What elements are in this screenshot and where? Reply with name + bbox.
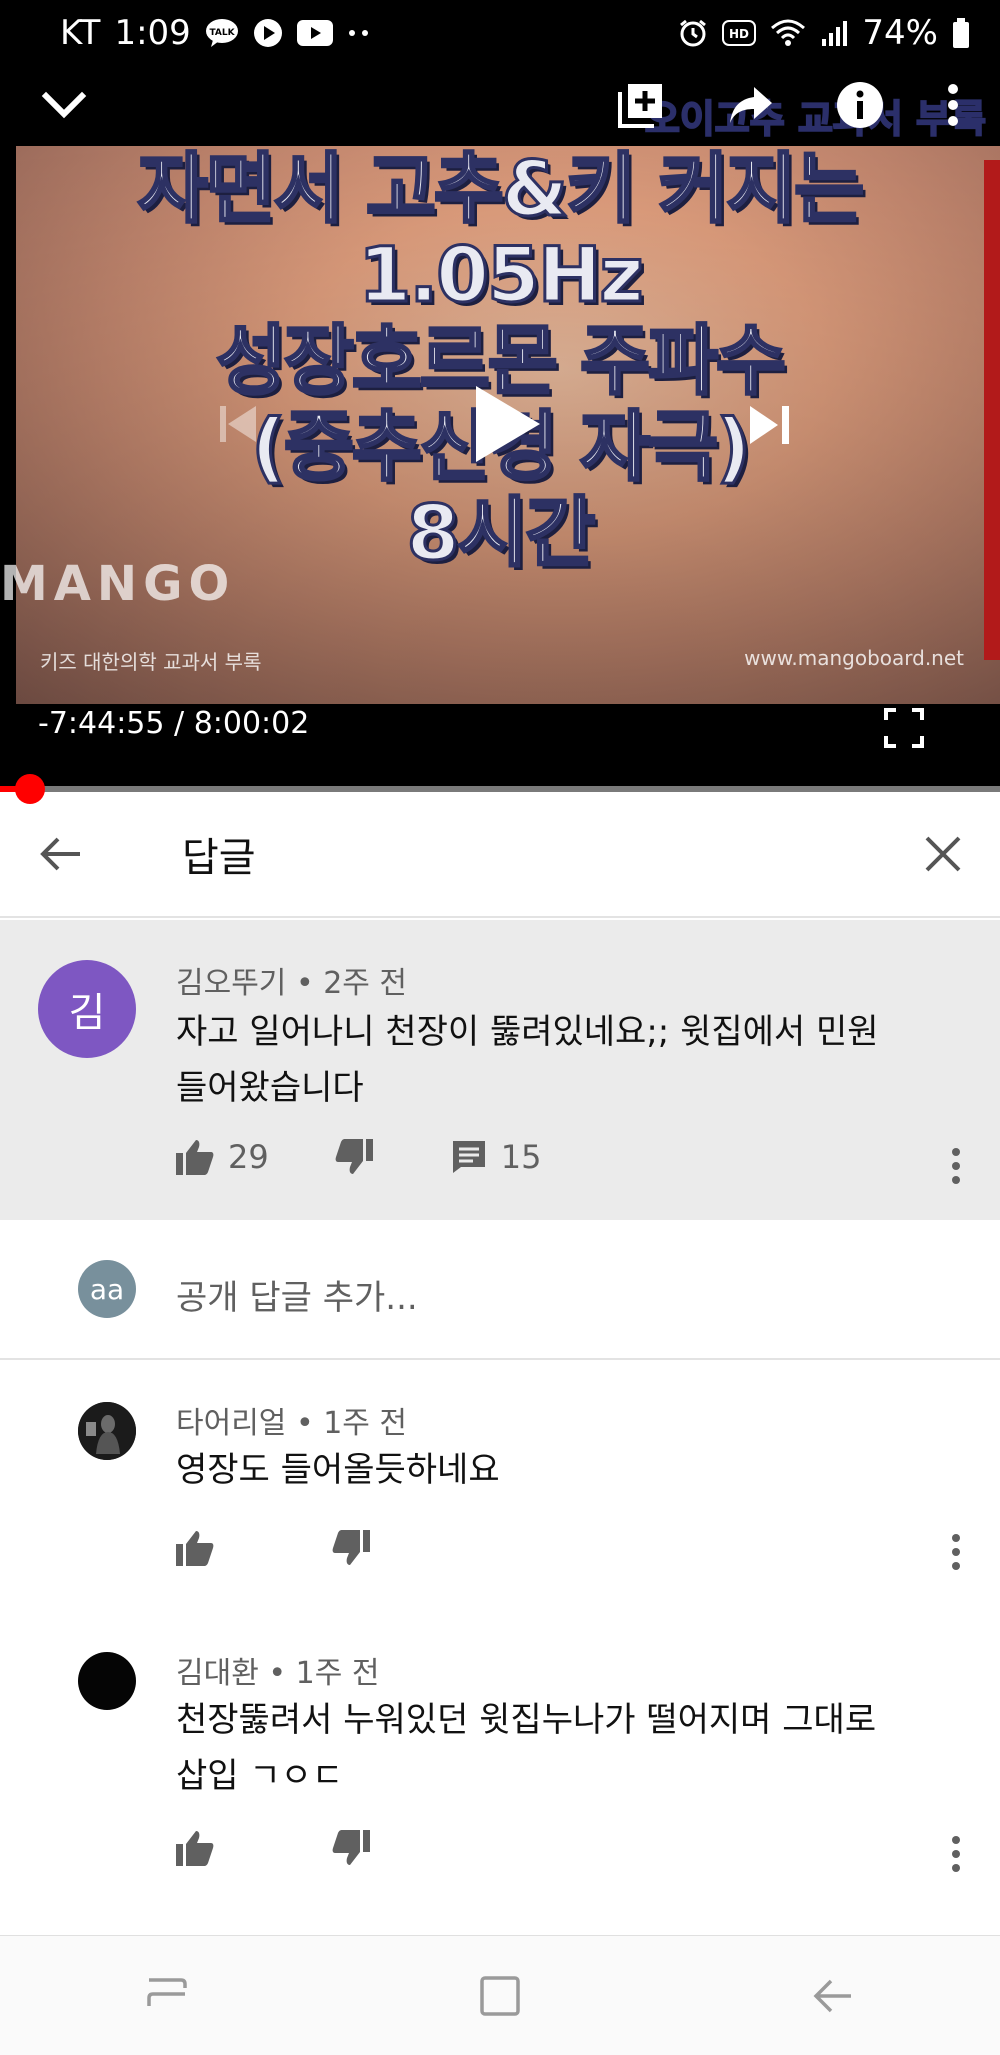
more-vert-icon[interactable] bbox=[946, 83, 960, 127]
add-reply-row[interactable]: aa 공개 답글 추가... bbox=[0, 1220, 1000, 1360]
more-options-icon[interactable] bbox=[946, 1146, 966, 1186]
comment-author[interactable]: 타어리얼 bbox=[176, 1406, 286, 1441]
svg-text:TALK: TALK bbox=[209, 28, 235, 38]
thumbnail-title-line: 1.05Hz bbox=[357, 230, 645, 319]
user-avatar-text: aa bbox=[89, 1272, 125, 1306]
time-separator: / bbox=[174, 706, 185, 741]
thumbs-down-icon[interactable] bbox=[335, 1139, 373, 1175]
duration: 8:00:02 bbox=[193, 706, 310, 741]
comment-age: 2주 전 bbox=[323, 966, 408, 1001]
reply-count: 15 bbox=[500, 1138, 542, 1176]
user-avatar: aa bbox=[78, 1260, 136, 1318]
fullscreen-icon[interactable] bbox=[884, 708, 924, 748]
player-top-bar bbox=[0, 66, 1000, 144]
hd-icon: HD bbox=[722, 20, 757, 46]
more-options-icon[interactable] bbox=[946, 1834, 966, 1874]
avatar[interactable] bbox=[78, 1652, 136, 1710]
comment-text-line: 들어왔습니다 bbox=[176, 1068, 364, 1108]
like-count: 29 bbox=[228, 1138, 269, 1176]
avatar[interactable]: 김 bbox=[38, 960, 136, 1058]
thumbs-up-icon[interactable] bbox=[176, 1830, 214, 1866]
thumbs-up-icon[interactable] bbox=[176, 1530, 214, 1566]
thumbs-down-icon[interactable] bbox=[332, 1830, 370, 1866]
signal-icon bbox=[820, 19, 848, 47]
comment-meta: 김오뚜기 • 2주 전 bbox=[176, 958, 407, 1002]
thumbnail-brand: MANGO bbox=[0, 556, 236, 612]
play-button-icon[interactable] bbox=[472, 384, 542, 468]
back-arrow-icon[interactable] bbox=[38, 834, 82, 874]
comment-author[interactable]: 김대환 bbox=[176, 1656, 259, 1691]
battery-label: 74% bbox=[862, 13, 938, 53]
svg-text:HD: HD bbox=[729, 27, 749, 41]
meta-separator: • bbox=[295, 966, 314, 1001]
comment-text-line: 영장도 들어올듯하네요 bbox=[176, 1450, 500, 1490]
video-player[interactable]: 오이고추 교과서 부록 자면서 고추&키 커지는 1.05Hz 성장호르몬 주파… bbox=[0, 66, 1000, 790]
parent-comment: 김 김오뚜기 • 2주 전 자고 일어나니 천장이 뚫려있네요;; 윗집에서 민… bbox=[0, 920, 1000, 1220]
reply-icon[interactable] bbox=[451, 1139, 487, 1175]
comment-age: 1주 전 bbox=[295, 1656, 380, 1691]
comment-text-line: 삽입 ㄱㅇㄷ bbox=[176, 1756, 344, 1796]
recent-apps-icon[interactable] bbox=[145, 1976, 189, 2016]
share-icon[interactable] bbox=[728, 85, 774, 125]
play-circle-icon bbox=[253, 18, 283, 48]
alarm-icon bbox=[678, 18, 708, 48]
wifi-icon bbox=[770, 18, 806, 48]
meta-separator: • bbox=[268, 1656, 287, 1691]
meta-separator: • bbox=[295, 1406, 314, 1441]
time-display: -7:44:55 / 8:00:02 bbox=[38, 706, 309, 741]
youtube-icon bbox=[296, 20, 333, 46]
avatar-letter: 김 bbox=[68, 990, 106, 1036]
more-dots-icon bbox=[347, 28, 371, 38]
add-to-playlist-icon[interactable] bbox=[616, 80, 666, 130]
avatar[interactable] bbox=[78, 1402, 136, 1460]
system-nav-bar bbox=[0, 1935, 1000, 2055]
comment-actions bbox=[176, 1830, 370, 1866]
talk-icon: TALK bbox=[205, 18, 239, 48]
thumbs-up-icon[interactable] bbox=[176, 1139, 214, 1175]
info-icon[interactable] bbox=[836, 81, 884, 129]
home-icon[interactable] bbox=[478, 1974, 522, 2018]
minimize-chevron-icon[interactable] bbox=[40, 90, 88, 120]
replies-header: 답글 bbox=[0, 792, 1000, 918]
remaining-time: -7:44:55 bbox=[38, 706, 165, 741]
battery-icon bbox=[952, 18, 970, 48]
back-nav-icon[interactable] bbox=[811, 1976, 855, 2016]
comment-text: 영장도 들어올듯하네요 bbox=[176, 1442, 500, 1498]
replies-title: 답글 bbox=[182, 835, 256, 881]
comment-text: 자고 일어나니 천장이 뚫려있네요;; 윗집에서 민원 들어왔습니다 bbox=[176, 1004, 879, 1116]
clock: 1:09 bbox=[114, 13, 191, 53]
previous-icon[interactable] bbox=[216, 402, 260, 450]
comment-meta: 김대환 • 1주 전 bbox=[176, 1648, 379, 1692]
thumbnail-footer-left: 키즈 대한의학 교과서 부록 bbox=[40, 650, 262, 674]
add-reply-input[interactable]: 공개 답글 추가... bbox=[176, 1270, 418, 1319]
comment-text-line: 천장뚫려서 누워있던 윗집누나가 떨어지며 그대로 bbox=[176, 1700, 877, 1740]
thumbs-down-icon[interactable] bbox=[332, 1530, 370, 1566]
thumbnail-footer-right: www.mangoboard.net bbox=[744, 646, 964, 670]
comment-meta: 타어리얼 • 1주 전 bbox=[176, 1398, 407, 1442]
next-icon[interactable] bbox=[746, 402, 792, 452]
thumbnail-title: 자면서 고추&키 커지는 1.05Hz 성장호르몬 주파수 (중추신경 자극) … bbox=[0, 144, 1000, 577]
carrier-label: KT bbox=[60, 13, 101, 53]
comment-text: 천장뚫려서 누워있던 윗집누나가 떨어지며 그대로 삽입 ㄱㅇㄷ bbox=[176, 1692, 876, 1804]
thumbnail-title-line: 자면서 고추&키 커지는 bbox=[136, 144, 865, 233]
close-icon[interactable] bbox=[924, 835, 962, 873]
status-bar: KT 1:09 TALK HD 74% bbox=[0, 0, 1000, 66]
comment-age: 1주 전 bbox=[323, 1406, 408, 1441]
more-options-icon[interactable] bbox=[946, 1532, 966, 1572]
comment-actions bbox=[176, 1530, 370, 1566]
comment-actions: 29 15 bbox=[176, 1138, 541, 1176]
comment-text-line: 자고 일어나니 천장이 뚫려있네요;; 윗집에서 민원 bbox=[176, 1012, 879, 1052]
comment-author[interactable]: 김오뚜기 bbox=[176, 966, 286, 1001]
reply-item: 김대환 • 1주 전 천장뚫려서 누워있던 윗집누나가 떨어지며 그대로 삽입 … bbox=[0, 1612, 1000, 1932]
